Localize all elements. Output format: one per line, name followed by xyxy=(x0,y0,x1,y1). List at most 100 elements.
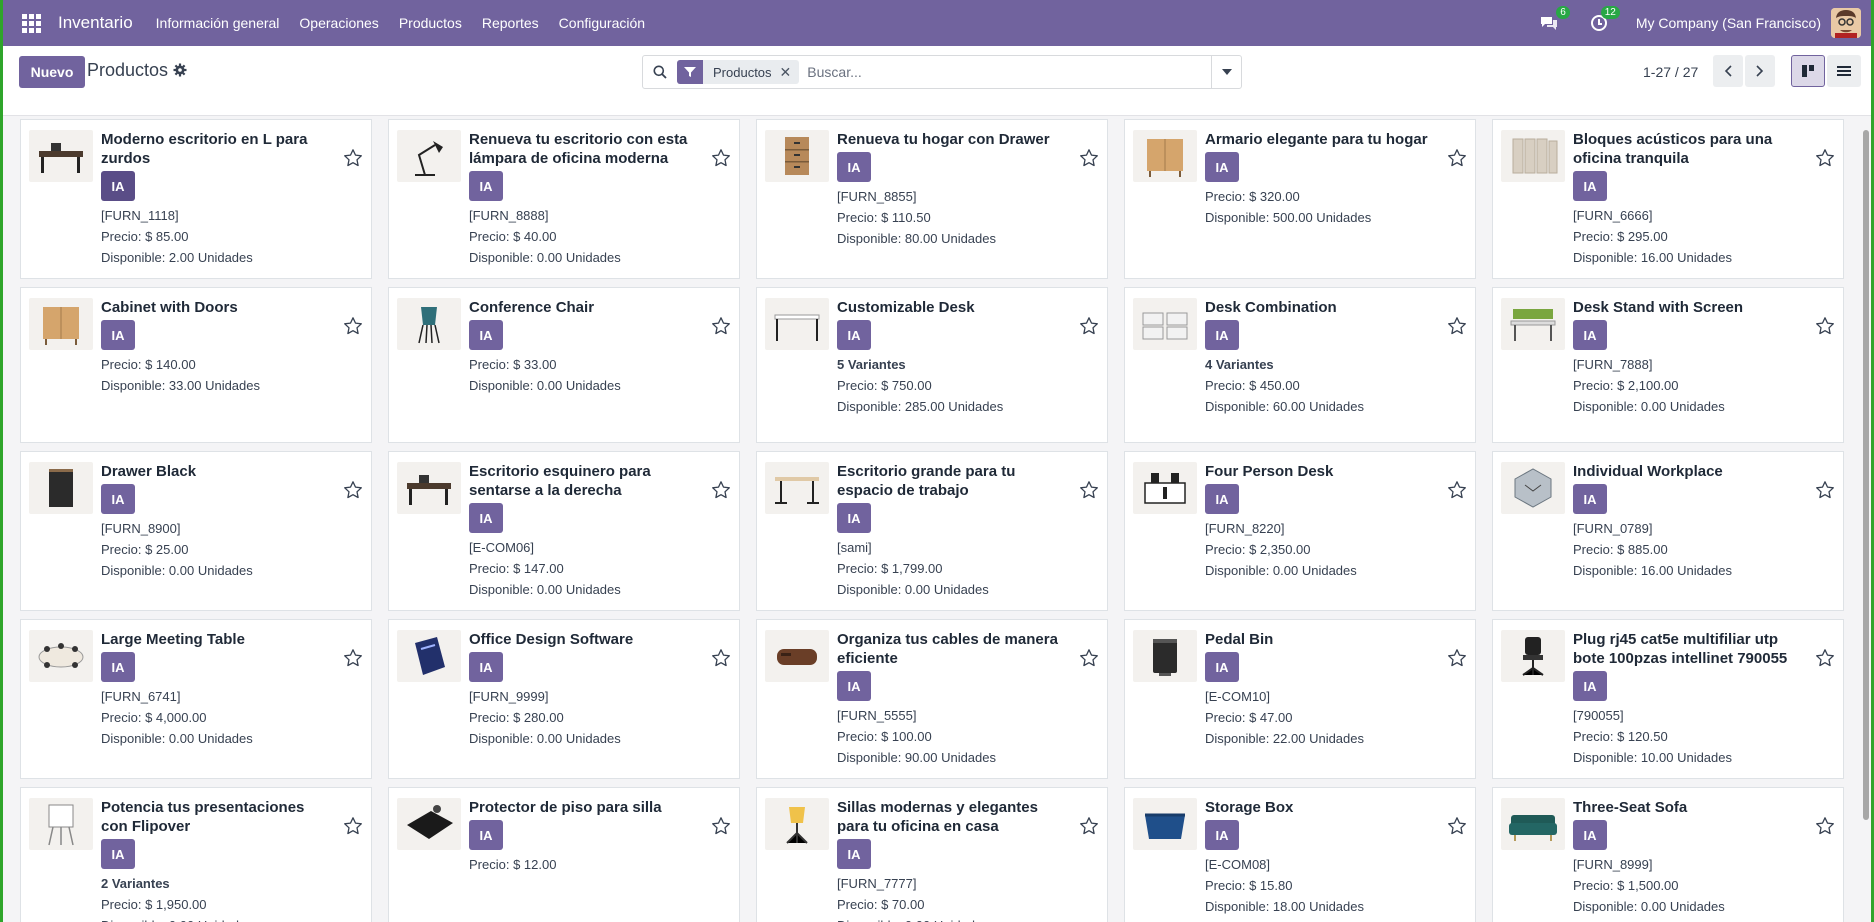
messages-icon[interactable]: 6 xyxy=(1536,6,1570,35)
ia-tag[interactable]: IA xyxy=(469,503,503,533)
company-switcher[interactable]: My Company (San Francisco) xyxy=(1636,15,1821,31)
favorite-star-icon[interactable] xyxy=(1079,148,1099,168)
ia-tag[interactable]: IA xyxy=(1205,152,1239,182)
pager-next-button[interactable] xyxy=(1745,55,1775,87)
product-card[interactable]: Escritorio esquinero para sentarse a la … xyxy=(388,451,740,611)
favorite-star-icon[interactable] xyxy=(1079,648,1099,668)
favorite-star-icon[interactable] xyxy=(1079,480,1099,500)
product-card[interactable]: Drawer Black IA [FURN_8900] Precio: $ 25… xyxy=(20,451,372,611)
product-card[interactable]: Pedal Bin IA [E-COM10] Precio: $ 47.00 D… xyxy=(1124,619,1476,779)
search-options-toggle[interactable] xyxy=(1211,56,1241,88)
ia-tag[interactable]: IA xyxy=(837,839,871,869)
menu-configuracion[interactable]: Configuración xyxy=(559,15,645,31)
product-card[interactable]: Office Design Software IA [FURN_9999] Pr… xyxy=(388,619,740,779)
list-view-button[interactable] xyxy=(1827,55,1861,87)
favorite-star-icon[interactable] xyxy=(711,816,731,836)
product-card[interactable]: Large Meeting Table IA [FURN_6741] Preci… xyxy=(20,619,372,779)
kanban-view-button[interactable] xyxy=(1791,55,1825,87)
ia-tag[interactable]: IA xyxy=(837,152,871,182)
ia-tag[interactable]: IA xyxy=(1205,652,1239,682)
product-card[interactable]: Escritorio grande para tu espacio de tra… xyxy=(756,451,1108,611)
activities-icon[interactable]: 12 xyxy=(1586,6,1620,35)
ia-tag[interactable]: IA xyxy=(101,484,135,514)
ia-tag[interactable]: IA xyxy=(1205,484,1239,514)
ia-tag[interactable]: IA xyxy=(1573,671,1607,701)
product-card[interactable]: Individual Workplace IA [FURN_0789] Prec… xyxy=(1492,451,1844,611)
ia-tag[interactable]: IA xyxy=(101,839,135,869)
ia-tag[interactable]: IA xyxy=(837,320,871,350)
favorite-star-icon[interactable] xyxy=(1815,316,1835,336)
ia-tag[interactable]: IA xyxy=(101,652,135,682)
favorite-star-icon[interactable] xyxy=(711,648,731,668)
scrollbar[interactable] xyxy=(1861,116,1871,922)
product-card[interactable]: Desk Combination IA 4 Variantes Precio: … xyxy=(1124,287,1476,443)
product-card[interactable]: Renueva tu escritorio con esta lámpara d… xyxy=(388,119,740,279)
ia-tag[interactable]: IA xyxy=(1573,320,1607,350)
product-card[interactable]: Bloques acústicos para una oficina tranq… xyxy=(1492,119,1844,279)
product-card[interactable]: Protector de piso para silla IA Precio: … xyxy=(388,787,740,922)
favorite-star-icon[interactable] xyxy=(1447,480,1467,500)
user-avatar[interactable] xyxy=(1831,8,1861,38)
product-image xyxy=(397,298,461,350)
scrollbar-thumb[interactable] xyxy=(1863,130,1869,820)
favorite-star-icon[interactable] xyxy=(711,480,731,500)
favorite-star-icon[interactable] xyxy=(1815,816,1835,836)
favorite-star-icon[interactable] xyxy=(1447,816,1467,836)
pager-previous-button[interactable] xyxy=(1713,55,1743,87)
new-button[interactable]: Nuevo xyxy=(19,56,85,88)
favorite-star-icon[interactable] xyxy=(1447,148,1467,168)
favorite-star-icon[interactable] xyxy=(343,480,363,500)
product-card[interactable]: Desk Stand with Screen IA [FURN_7888] Pr… xyxy=(1492,287,1844,443)
search-icon[interactable] xyxy=(643,65,677,79)
ia-tag[interactable]: IA xyxy=(1205,320,1239,350)
menu-reportes[interactable]: Reportes xyxy=(482,15,539,31)
apps-menu-icon[interactable] xyxy=(22,14,42,33)
ia-tag[interactable]: IA xyxy=(1573,484,1607,514)
product-card[interactable]: Customizable Desk IA 5 Variantes Precio:… xyxy=(756,287,1108,443)
ia-tag[interactable]: IA xyxy=(837,671,871,701)
ia-tag[interactable]: IA xyxy=(1205,820,1239,850)
favorite-star-icon[interactable] xyxy=(1447,316,1467,336)
product-card[interactable]: Potencia tus presentaciones con Flipover… xyxy=(20,787,372,922)
menu-productos[interactable]: Productos xyxy=(399,15,462,31)
product-card[interactable]: Four Person Desk IA [FURN_8220] Precio: … xyxy=(1124,451,1476,611)
product-card[interactable]: Cabinet with Doors IA Precio: $ 140.00 D… xyxy=(20,287,372,443)
ia-tag[interactable]: IA xyxy=(469,171,503,201)
favorite-star-icon[interactable] xyxy=(711,316,731,336)
favorite-star-icon[interactable] xyxy=(1079,316,1099,336)
product-card[interactable]: Conference Chair IA Precio: $ 33.00 Disp… xyxy=(388,287,740,443)
favorite-star-icon[interactable] xyxy=(343,648,363,668)
gear-icon[interactable] xyxy=(173,63,187,82)
ia-tag[interactable]: IA xyxy=(1573,171,1607,201)
product-card[interactable]: Sillas modernas y elegantes para tu ofic… xyxy=(756,787,1108,922)
ia-tag[interactable]: IA xyxy=(1573,820,1607,850)
app-brand[interactable]: Inventario xyxy=(58,13,133,33)
product-card[interactable]: Moderno escritorio en L para zurdos IA [… xyxy=(20,119,372,279)
favorite-star-icon[interactable] xyxy=(343,148,363,168)
ia-tag[interactable]: IA xyxy=(101,320,135,350)
product-card[interactable]: Three-Seat Sofa IA [FURN_8999] Precio: $… xyxy=(1492,787,1844,922)
ia-tag[interactable]: IA xyxy=(469,820,503,850)
menu-operaciones[interactable]: Operaciones xyxy=(299,15,378,31)
menu-informacion-general[interactable]: Información general xyxy=(156,15,280,31)
product-card[interactable]: Storage Box IA [E-COM08] Precio: $ 15.80… xyxy=(1124,787,1476,922)
ia-tag[interactable]: IA xyxy=(469,652,503,682)
favorite-star-icon[interactable] xyxy=(1815,148,1835,168)
favorite-star-icon[interactable] xyxy=(1815,648,1835,668)
product-card[interactable]: Plug rj45 cat5e multifiliar utp bote 100… xyxy=(1492,619,1844,779)
product-card[interactable]: Renueva tu hogar con Drawer IA [FURN_885… xyxy=(756,119,1108,279)
product-card[interactable]: Organiza tus cables de manera eficiente … xyxy=(756,619,1108,779)
ia-tag[interactable]: IA xyxy=(837,503,871,533)
favorite-star-icon[interactable] xyxy=(711,148,731,168)
favorite-star-icon[interactable] xyxy=(343,316,363,336)
facet-close-icon[interactable]: ✕ xyxy=(780,64,800,81)
favorite-star-icon[interactable] xyxy=(1447,648,1467,668)
favorite-star-icon[interactable] xyxy=(343,816,363,836)
favorite-star-icon[interactable] xyxy=(1079,816,1099,836)
product-card[interactable]: Armario elegante para tu hogar IA Precio… xyxy=(1124,119,1476,279)
ia-tag[interactable]: IA xyxy=(101,171,135,201)
ia-tag[interactable]: IA xyxy=(469,320,503,350)
favorite-star-icon[interactable] xyxy=(1815,480,1835,500)
search-input[interactable] xyxy=(807,64,1211,80)
pager-value[interactable]: 1-27 / 27 xyxy=(1643,64,1698,80)
